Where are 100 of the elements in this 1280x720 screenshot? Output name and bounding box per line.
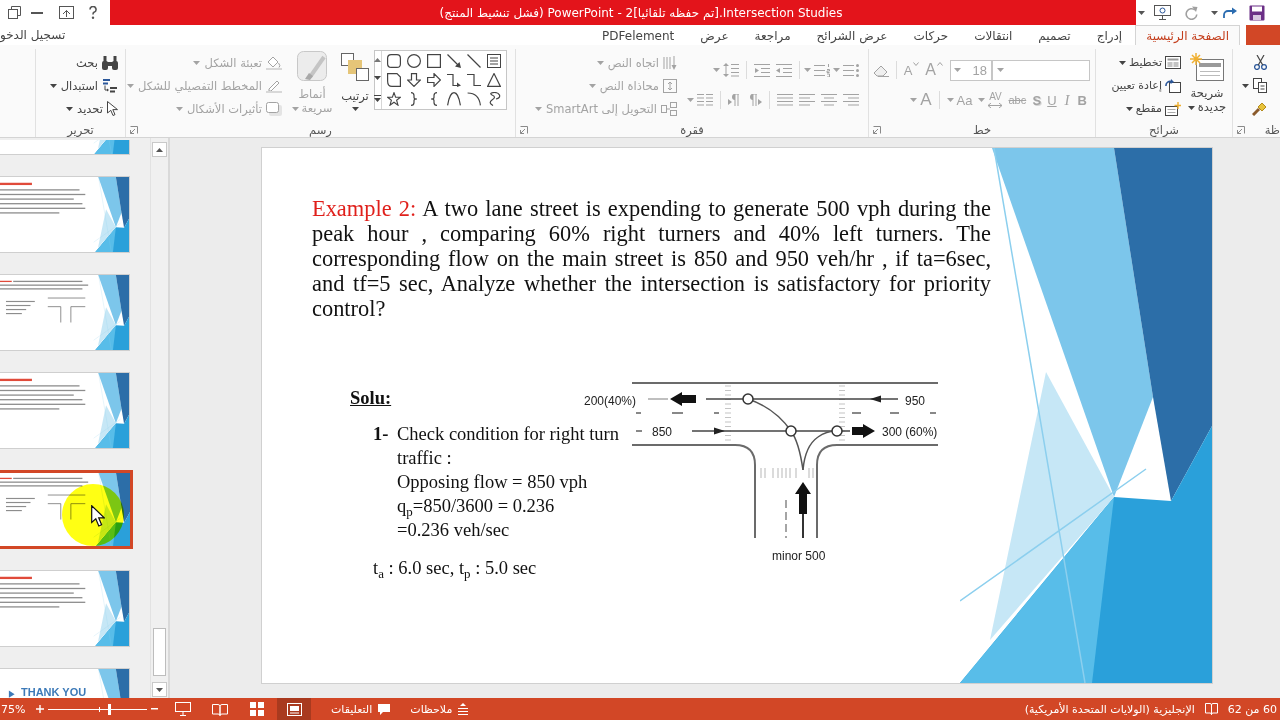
select-button[interactable]: تحديد — [47, 97, 120, 120]
monitor-icon[interactable] — [1154, 5, 1171, 20]
zoom-slider-thumb[interactable] — [108, 703, 112, 715]
save-icon[interactable] — [1249, 4, 1265, 21]
minimize-icon[interactable] — [31, 11, 43, 14]
section-icon[interactable] — [1165, 101, 1181, 116]
ribbon-tab[interactable]: عرض الشرائح — [803, 25, 901, 45]
caret-icon[interactable] — [1119, 60, 1127, 65]
triangle-icon[interactable] — [487, 72, 501, 87]
block-arrow-down-icon[interactable] — [407, 72, 421, 87]
more-shapes-icon[interactable] — [374, 94, 381, 102]
elbow-connector-icon[interactable] — [467, 72, 481, 87]
reset-icon[interactable] — [1165, 78, 1181, 93]
scrollbar-thumb[interactable] — [153, 628, 166, 676]
undo-icon[interactable] — [1184, 5, 1198, 20]
ribbon-tab[interactable]: مراجعة — [741, 25, 804, 45]
decrease-indent-icon[interactable] — [776, 63, 792, 77]
dialog-launcher-icon[interactable] — [130, 125, 138, 134]
replace-icon[interactable] — [102, 78, 118, 93]
arrow-line-icon[interactable] — [447, 53, 461, 68]
caret-down-icon[interactable] — [156, 687, 163, 692]
scribble-icon[interactable] — [487, 91, 501, 106]
align-center-icon[interactable] — [821, 94, 837, 106]
book-icon[interactable] — [1204, 703, 1218, 715]
new-slide-button[interactable]: شريحة جديدة — [1185, 49, 1229, 114]
caret-icon[interactable] — [1242, 83, 1249, 88]
screen-on-stand-icon[interactable] — [175, 702, 191, 716]
numbering-icon[interactable] — [814, 63, 830, 77]
scissors-icon[interactable] — [1254, 55, 1267, 70]
star-icon[interactable] — [387, 91, 401, 106]
increase-indent-icon[interactable] — [754, 63, 770, 77]
align-right-icon[interactable] — [843, 94, 859, 106]
bullets-icon[interactable] — [843, 63, 859, 77]
scroll-up-icon[interactable] — [374, 58, 381, 63]
view-button[interactable] — [277, 698, 311, 720]
justify-icon[interactable] — [777, 94, 793, 106]
help-icon[interactable] — [89, 6, 97, 19]
columns-icon[interactable] — [697, 94, 713, 106]
left-to-right-icon[interactable] — [728, 94, 742, 106]
ribbon-tab[interactable]: انتقالات — [961, 25, 1026, 45]
replace-button[interactable]: استبدال — [47, 74, 120, 97]
scroll-down-button[interactable] — [152, 682, 167, 697]
paintbrush-icon[interactable] — [1252, 101, 1267, 116]
ribbon-tab[interactable]: حركات — [900, 25, 962, 45]
notes-icon[interactable] — [458, 703, 469, 715]
notes-button[interactable]: ملاحظات — [407, 702, 472, 716]
caret-icon[interactable] — [1138, 10, 1145, 15]
caret-icon[interactable] — [1211, 10, 1218, 15]
eraser-icon[interactable] — [872, 63, 889, 77]
oval-icon[interactable] — [407, 53, 421, 68]
copy-icon[interactable] — [1253, 78, 1267, 93]
ribbon-tab[interactable]: PDFelement — [589, 25, 688, 45]
overlapping-squares-icon[interactable] — [341, 53, 369, 81]
cursor-icon[interactable] — [107, 101, 118, 116]
line-icon[interactable] — [467, 53, 481, 68]
plus-icon[interactable] — [36, 705, 44, 713]
arrange-button[interactable]: ترتيب — [338, 49, 372, 111]
slide-thumbnail[interactable]: THANK YOU — [0, 668, 130, 698]
dialog-launcher-icon[interactable] — [1237, 125, 1245, 134]
elbow-arrow-icon[interactable] — [447, 72, 461, 87]
scrollbar[interactable] — [150, 138, 168, 698]
four-squares-icon[interactable] — [250, 702, 264, 716]
right-to-left-icon[interactable] — [748, 94, 762, 106]
section-button[interactable]: مقطع — [1109, 97, 1183, 120]
zoom-level[interactable]: 75% — [1, 702, 25, 716]
arc-icon[interactable] — [467, 91, 481, 106]
scroll-down-icon[interactable] — [374, 76, 381, 81]
caret-icon[interactable] — [1125, 106, 1133, 111]
block-arrow-right-icon[interactable] — [427, 72, 441, 87]
speech-bubble-icon[interactable] — [378, 703, 391, 715]
layout-button[interactable]: تخطيط — [1109, 51, 1183, 74]
language-indicator[interactable]: الإنجليزية (الولايات المتحدة الأمريكية) — [1024, 702, 1195, 716]
caret-up-icon[interactable] — [156, 147, 163, 152]
layout-icon[interactable] — [1165, 56, 1181, 69]
double-arrow-icon[interactable] — [988, 103, 1003, 108]
freeform-shape-icon[interactable] — [387, 72, 401, 87]
find-button[interactable]: بحث — [47, 51, 120, 74]
ribbon-tab[interactable]: تصميم — [1025, 25, 1084, 45]
dialog-launcher-icon[interactable] — [873, 125, 881, 134]
caret-icon[interactable] — [1187, 105, 1195, 110]
line-spacing-icon[interactable] — [723, 63, 739, 77]
ribbon-tab[interactable]: عرض — [687, 25, 742, 45]
open-book-icon[interactable] — [212, 702, 228, 716]
caret-icon[interactable] — [66, 106, 74, 111]
caret-icon[interactable] — [351, 107, 359, 111]
align-left-icon[interactable] — [799, 94, 815, 106]
curve-icon[interactable] — [447, 91, 461, 106]
rounded-rectangle-icon[interactable] — [387, 53, 401, 68]
text-box-icon[interactable] — [487, 53, 501, 68]
restore-icon[interactable] — [8, 6, 21, 19]
shapes-gallery[interactable] — [374, 50, 507, 110]
reset-button[interactable]: إعادة تعيين — [1109, 74, 1183, 97]
caret-icon[interactable] — [49, 83, 57, 88]
new-slide-icon[interactable] — [1190, 53, 1224, 81]
dialog-launcher-icon[interactable] — [520, 125, 528, 134]
rectangle-icon[interactable] — [427, 53, 441, 68]
sign-in-link[interactable]: تسجيل الدخو — [0, 25, 66, 45]
binoculars-icon[interactable] — [102, 55, 118, 70]
redo-icon[interactable] — [1222, 6, 1237, 19]
ribbon-tab[interactable]: إدراج — [1083, 25, 1136, 45]
